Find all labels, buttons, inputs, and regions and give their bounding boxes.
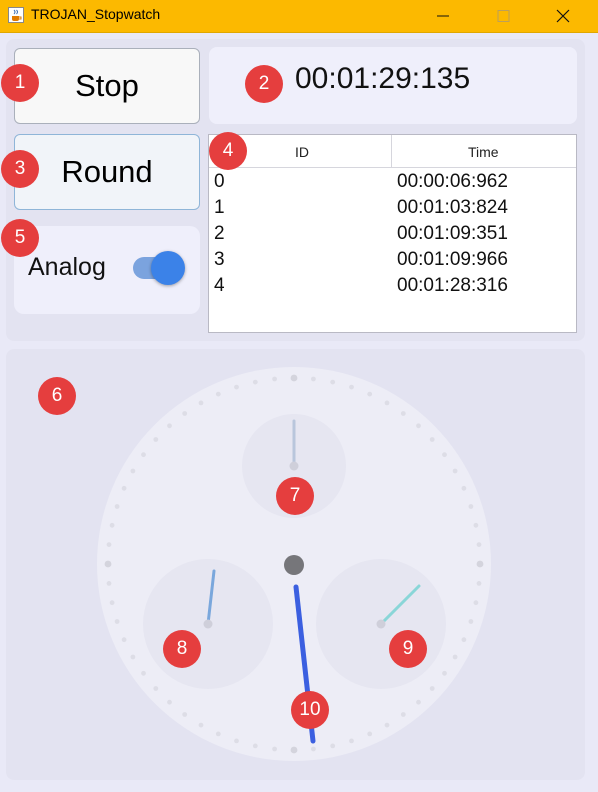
dial-tick	[182, 411, 188, 416]
marker-9: 9	[389, 630, 427, 668]
dial-tick	[473, 522, 479, 528]
dial-tick	[130, 468, 136, 474]
dial-tick	[141, 670, 146, 676]
dial-tick	[198, 722, 204, 728]
dial-tick	[429, 686, 435, 691]
dial-tick	[167, 699, 172, 705]
dial-tick	[182, 712, 188, 717]
dial-tick	[215, 391, 221, 397]
dial-tick	[215, 731, 221, 737]
marker-6: 6	[38, 377, 76, 415]
dial-tick	[121, 637, 127, 643]
dial-tick	[461, 637, 467, 643]
dial-tick	[416, 423, 421, 429]
dial-tick	[384, 400, 390, 406]
dial-tick	[461, 485, 467, 491]
dial-tick	[153, 686, 159, 691]
dial-tick	[167, 423, 172, 429]
marker-4: 4	[209, 132, 247, 170]
dial-tick	[272, 746, 277, 752]
dial-tick	[330, 379, 336, 385]
dial-tick	[153, 437, 159, 442]
dial-tick	[114, 504, 120, 509]
dial-tick	[121, 485, 127, 491]
dial-tick	[468, 619, 474, 624]
dial-tick	[311, 376, 316, 382]
marker-5: 5	[1, 219, 39, 257]
marker-7: 7	[276, 477, 314, 515]
dial-tick	[311, 746, 316, 752]
right-subdial-pin	[376, 619, 386, 629]
dial-tick	[198, 400, 204, 406]
dial-tick	[442, 452, 447, 458]
dial-tick	[109, 522, 115, 528]
dial-tick	[114, 619, 120, 624]
marker-8: 8	[163, 630, 201, 668]
center-pin	[284, 555, 304, 575]
dial-tick	[109, 600, 115, 606]
dial-tick	[106, 542, 112, 547]
dial-tick	[476, 560, 484, 568]
analog-stopwatch-dial	[97, 367, 491, 761]
dial-tick	[234, 384, 239, 390]
dial-tick	[234, 738, 239, 744]
marker-10: 10	[291, 691, 329, 729]
dial-tick	[367, 731, 373, 737]
dial-tick	[476, 581, 482, 586]
dial-tick	[141, 452, 146, 458]
dial-tick	[106, 581, 112, 586]
dial-tick	[429, 437, 435, 442]
dial-tick	[400, 411, 406, 416]
dial-tick	[104, 560, 112, 568]
dial-tick	[252, 743, 258, 749]
dial-tick	[400, 712, 406, 717]
dial-tick	[452, 654, 458, 660]
dial-tick	[473, 600, 479, 606]
marker-3: 3	[1, 150, 39, 188]
dial-tick	[290, 746, 298, 754]
dial-tick	[367, 391, 373, 397]
dial-tick	[272, 376, 277, 382]
dial-tick	[384, 722, 390, 728]
left-subdial-pin	[203, 619, 213, 629]
marker-1: 1	[1, 64, 39, 102]
top-subdial-pin	[289, 461, 299, 471]
dial-tick	[330, 743, 336, 749]
dial-tick	[252, 379, 258, 385]
dial-tick	[130, 654, 136, 660]
marker-2: 2	[245, 65, 283, 103]
dial-tick	[476, 542, 482, 547]
dial-tick	[349, 738, 354, 744]
dial-tick	[416, 699, 421, 705]
dial-tick	[452, 468, 458, 474]
dial-tick	[468, 504, 474, 509]
dial-tick	[442, 670, 447, 676]
dial-tick	[290, 374, 298, 382]
dial-tick	[349, 384, 354, 390]
